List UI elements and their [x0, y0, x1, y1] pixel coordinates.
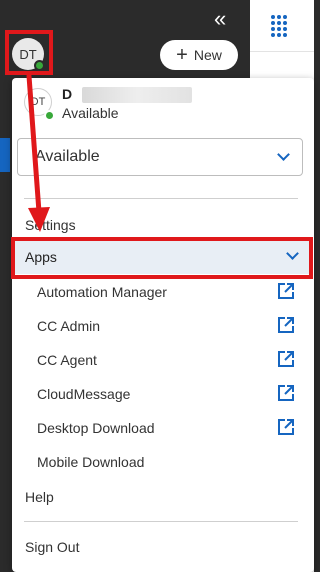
status-select[interactable]: Available	[17, 138, 303, 176]
app-item-desktop-download[interactable]: Desktop Download	[37, 412, 297, 446]
app-item-label: Desktop Download	[37, 420, 155, 436]
plus-icon: +	[176, 44, 188, 66]
external-link-icon[interactable]	[277, 384, 295, 402]
grid-dots-icon[interactable]	[271, 15, 289, 37]
app-item-label: Automation Manager	[37, 284, 167, 300]
redacted-name	[82, 87, 192, 103]
app-item-label: CC Agent	[37, 352, 97, 368]
user-info: DT D Available	[12, 78, 314, 134]
external-link-icon[interactable]	[277, 316, 295, 334]
highlight-box-apps	[11, 237, 313, 279]
avatar: DT	[24, 88, 55, 121]
external-link-icon[interactable]	[277, 418, 295, 436]
app-item-automation-manager[interactable]: Automation Manager	[37, 276, 297, 310]
presence-dot-icon	[44, 110, 55, 121]
avatar-initials: DT	[30, 96, 46, 108]
new-button[interactable]: + New	[160, 40, 238, 70]
app-item-cloudmessage[interactable]: CloudMessage	[37, 378, 297, 412]
user-status: Available	[62, 105, 119, 121]
double-chevron-left-icon[interactable]: «	[214, 8, 226, 30]
chevron-down-icon	[277, 148, 290, 161]
status-select-value: Available	[35, 148, 100, 165]
menu-item-settings[interactable]: Settings	[25, 217, 76, 233]
external-link-icon[interactable]	[277, 350, 295, 368]
menu-item-sign-out[interactable]: Sign Out	[25, 539, 79, 555]
user-name: D	[62, 86, 73, 102]
app-item-label: Mobile Download	[37, 454, 145, 470]
sidebar-active-indicator	[0, 138, 10, 172]
main-header	[250, 0, 314, 52]
app-item-cc-agent[interactable]: CC Agent	[37, 344, 297, 378]
external-link-icon[interactable]	[277, 282, 295, 300]
app-item-label: CC Admin	[37, 318, 101, 334]
app-item-cc-admin[interactable]: CC Admin	[37, 310, 297, 344]
divider	[24, 521, 298, 522]
highlight-box-avatar	[5, 30, 53, 75]
app-item-mobile-download[interactable]: Mobile Download	[37, 446, 297, 480]
new-button-label: New	[193, 47, 222, 63]
menu-item-help[interactable]: Help	[25, 489, 54, 505]
app-item-label: CloudMessage	[37, 386, 131, 402]
divider	[24, 198, 298, 199]
user-menu-dropdown: DT D Available Available Settings Apps A…	[12, 78, 314, 572]
